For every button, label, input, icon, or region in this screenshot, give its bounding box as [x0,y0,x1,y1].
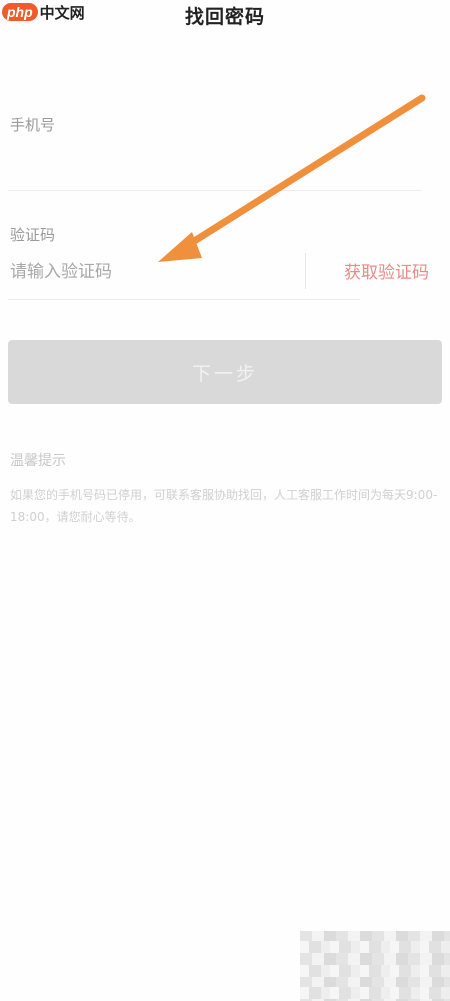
phone-label: 手机号 [10,116,56,134]
tips-text: 如果您的手机号码已停用，可联系客服协助找回，人工客服工作时间为每天9:00-18… [10,488,438,524]
tips-title: 温馨提示 [10,453,66,469]
phone-divider [8,190,422,191]
find-password-page: php 中文网 找回密码 手机号 验证码 获取验证码 下一步 温馨提示 如果您的… [0,0,450,1001]
next-step-button[interactable]: 下一步 [8,340,442,404]
code-separator [305,253,306,289]
phone-field[interactable] [10,150,410,180]
verification-code-input[interactable] [10,258,290,286]
code-label: 验证码 [10,226,56,244]
page-title: 找回密码 [184,6,265,28]
mosaic-watermark [300,931,450,1001]
code-divider [8,299,360,300]
get-code-button[interactable]: 获取验证码 [344,258,429,283]
